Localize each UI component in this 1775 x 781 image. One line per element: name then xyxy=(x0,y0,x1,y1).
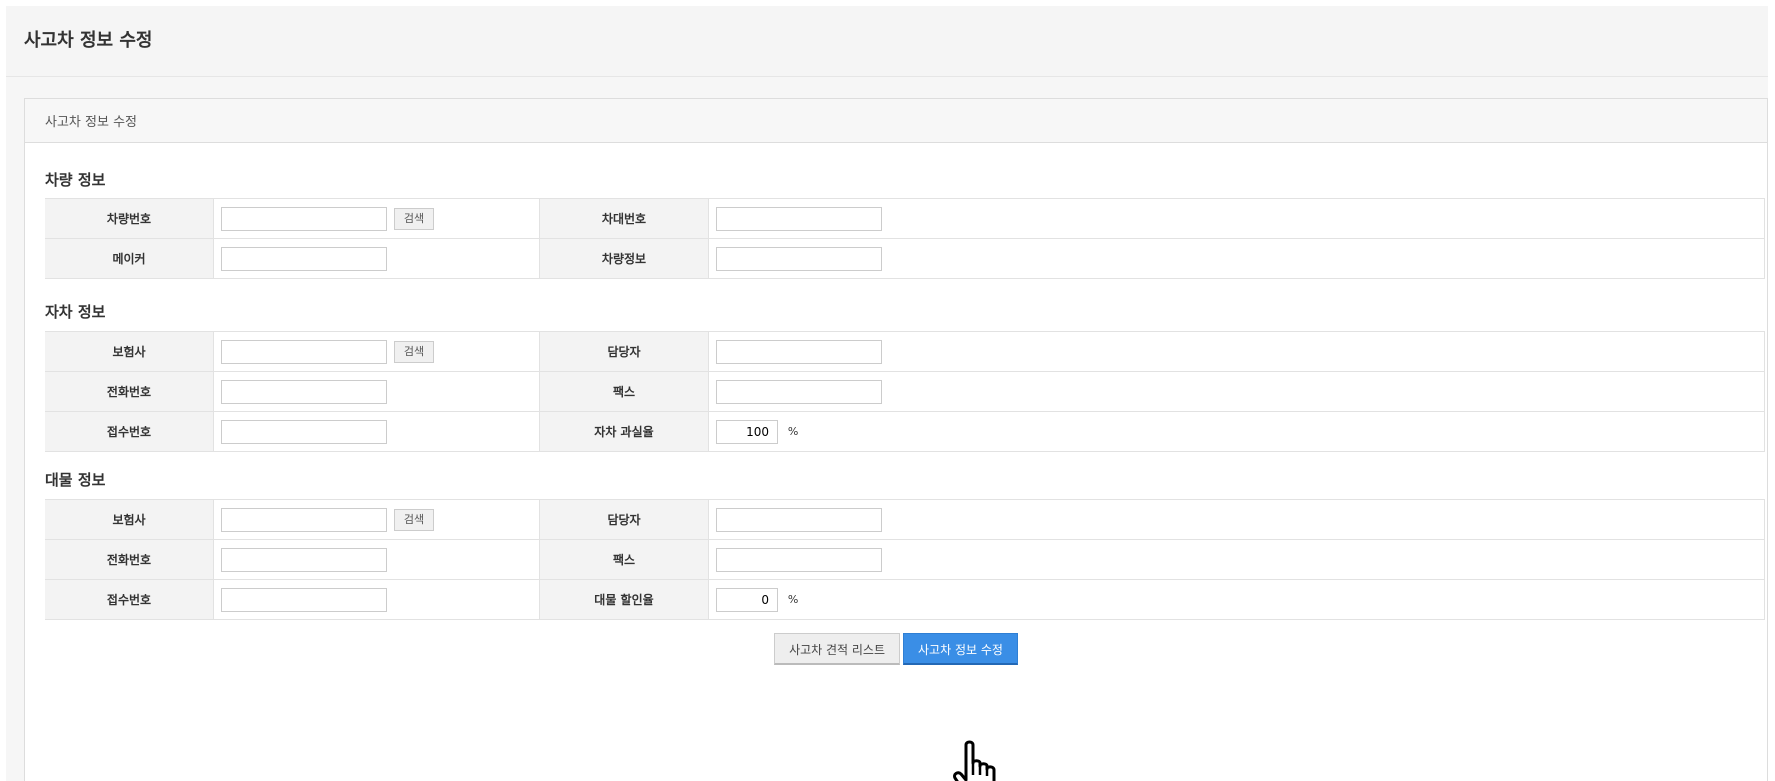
vehicle-number-search-button[interactable]: 검색 xyxy=(393,207,435,230)
vehicle-section-title: 차량 정보 xyxy=(45,171,106,189)
edit-panel: 사고차 정보 수정 차량 정보 차량번호 검색 차대번호 메이커 차량정보 자차… xyxy=(24,98,1768,781)
maker-input[interactable] xyxy=(221,246,387,271)
property-insurer-label: 보험사 xyxy=(45,499,214,540)
own-fax-input[interactable] xyxy=(716,379,882,404)
estimate-list-button[interactable]: 사고차 견적 리스트 xyxy=(774,633,901,665)
table-row: 접수번호 대물 할인율 % xyxy=(45,579,1765,620)
own-phone-label: 전화번호 xyxy=(45,371,214,412)
own-fault-rate-unit: % xyxy=(787,425,799,438)
page-title: 사고차 정보 수정 xyxy=(24,30,153,51)
property-fax-label: 팩스 xyxy=(539,539,709,580)
vehicle-number-label: 차량번호 xyxy=(45,198,214,239)
property-phone-input[interactable] xyxy=(221,547,387,572)
own-insurer-label: 보험사 xyxy=(45,331,214,372)
chassis-number-input[interactable] xyxy=(716,206,882,231)
panel-heading-text: 사고차 정보 수정 xyxy=(45,115,137,130)
hand-pointer-icon xyxy=(953,740,996,781)
property-discount-rate-label: 대물 할인율 xyxy=(539,579,709,620)
own-manager-input[interactable] xyxy=(716,339,882,364)
property-phone-label: 전화번호 xyxy=(45,539,214,580)
table-row: 전화번호 팩스 xyxy=(45,539,1765,580)
own-manager-label: 담당자 xyxy=(539,331,709,372)
table-row: 전화번호 팩스 xyxy=(45,371,1765,412)
own-insurer-search-button[interactable]: 검색 xyxy=(393,340,435,363)
own-fault-rate-input[interactable] xyxy=(716,419,778,444)
own-insurer-input[interactable] xyxy=(221,339,387,364)
own-section-title: 자차 정보 xyxy=(45,303,106,321)
own-receipt-label: 접수번호 xyxy=(45,411,214,452)
property-info-table: 보험사 검색 담당자 전화번호 팩스 접수번호 대물 할인율 0 % xyxy=(45,499,1765,620)
vehicle-details-label: 차량정보 xyxy=(539,238,709,279)
own-fax-label: 팩스 xyxy=(539,371,709,412)
update-info-button[interactable]: 사고차 정보 수정 xyxy=(903,633,1018,665)
table-row: 차량번호 검색 차대번호 xyxy=(45,198,1765,239)
table-row: 보험사 검색 담당자 xyxy=(45,331,1765,372)
property-receipt-input[interactable] xyxy=(221,587,387,612)
table-row: 보험사 검색 담당자 xyxy=(45,499,1765,540)
property-fax-input[interactable] xyxy=(716,547,882,572)
property-insurer-search-button[interactable]: 검색 xyxy=(393,508,435,531)
table-row: 메이커 차량정보 xyxy=(45,238,1765,279)
property-discount-rate-unit: % xyxy=(787,593,799,606)
vehicle-info-table: 차량번호 검색 차대번호 메이커 차량정보 xyxy=(45,198,1765,279)
maker-label: 메이커 xyxy=(45,238,214,279)
property-discount-rate-input[interactable] xyxy=(716,587,778,612)
page-header: 사고차 정보 수정 xyxy=(6,6,1768,77)
chassis-number-label: 차대번호 xyxy=(539,198,709,239)
own-fault-rate-label: 자차 과실율 xyxy=(539,411,709,452)
vehicle-details-input[interactable] xyxy=(716,246,882,271)
property-section-title: 대물 정보 xyxy=(45,471,106,489)
vehicle-number-input[interactable] xyxy=(221,206,387,231)
property-manager-input[interactable] xyxy=(716,507,882,532)
own-info-table: 보험사 검색 담당자 전화번호 팩스 접수번호 자차 과실율 100 % xyxy=(45,331,1765,452)
property-insurer-input[interactable] xyxy=(221,507,387,532)
property-receipt-label: 접수번호 xyxy=(45,579,214,620)
own-phone-input[interactable] xyxy=(221,379,387,404)
panel-heading: 사고차 정보 수정 xyxy=(25,99,1767,143)
page-container: 사고차 정보 수정 사고차 정보 수정 차량 정보 차량번호 검색 차대번호 메… xyxy=(6,6,1768,781)
own-receipt-input[interactable] xyxy=(221,419,387,444)
table-row: 접수번호 자차 과실율 % xyxy=(45,411,1765,452)
action-buttons: 사고차 견적 리스트 사고차 정보 수정 xyxy=(25,633,1767,665)
property-manager-label: 담당자 xyxy=(539,499,709,540)
